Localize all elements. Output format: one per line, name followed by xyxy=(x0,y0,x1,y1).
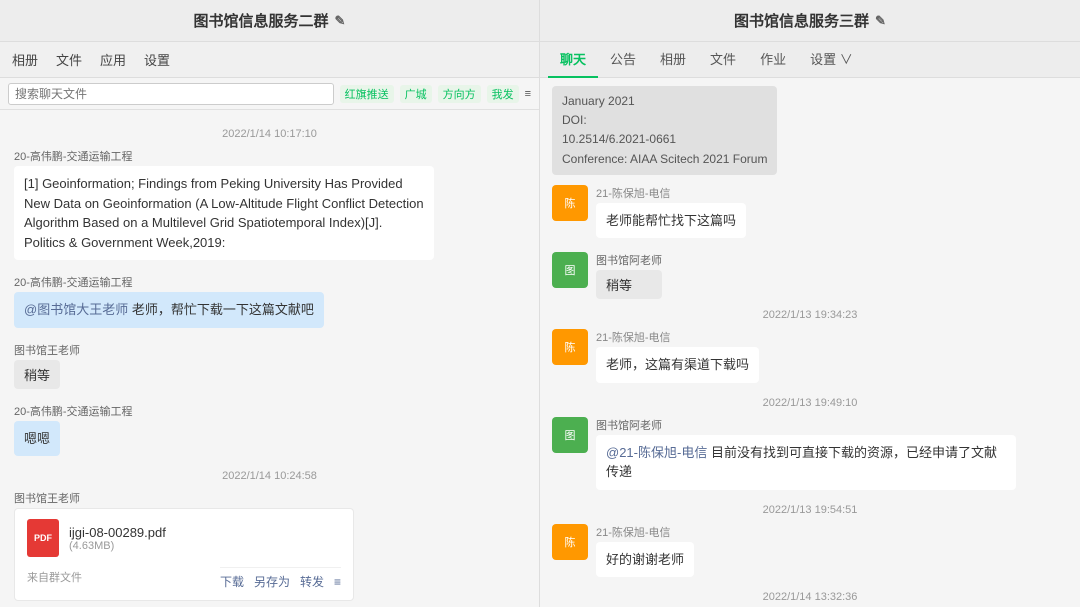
right-lib-reply-2-col: 图书馆阿老师 @21-陈保旭-电信 目前没有找到可直接下载的资源，已经申请了文献… xyxy=(596,417,1016,494)
left-msg-3-sender: 图书馆王老师 xyxy=(14,342,525,358)
left-file-source-row: 来自群文件 下载 另存为 转发 ≡ xyxy=(27,563,341,590)
left-group-title: 图书馆信息服务二群 xyxy=(194,10,329,31)
right-tabs: 聊天 公告 相册 文件 作业 设置 ∨ xyxy=(540,42,1080,78)
left-file-more[interactable]: ≡ xyxy=(334,575,341,589)
right-student-2-name: 21-陈保旭-电信 xyxy=(596,329,759,345)
right-student-msg-2-row: 陈 21-陈保旭-电信 老师，这篇有渠道下载吗 xyxy=(552,329,1068,387)
right-student-1-avatar: 陈 xyxy=(552,185,588,221)
tab-file[interactable]: 文件 xyxy=(698,42,748,78)
left-file-actions: 下载 另存为 转发 ≡ xyxy=(220,567,341,590)
filter-tag-1[interactable]: 红旗推送 xyxy=(340,85,394,103)
right-student-3-avatar: 陈 xyxy=(552,524,588,560)
right-panel: 图书馆信息服务三群 ✎ 聊天 公告 相册 文件 作业 设置 ∨ January … xyxy=(540,0,1080,607)
left-file-size: (4.63MB) xyxy=(69,540,166,552)
left-msg-2-mention: @图书馆大王老师 xyxy=(24,302,128,317)
right-student-msg-2: 陈 21-陈保旭-电信 老师，这篇有渠道下载吗 xyxy=(552,329,1068,387)
right-lib-2-avatar: 图 xyxy=(552,417,588,453)
left-file-forward[interactable]: 转发 xyxy=(300,573,324,590)
tab-chat[interactable]: 聊天 xyxy=(548,42,598,78)
left-file-download[interactable]: 下载 xyxy=(220,573,244,590)
left-timestamp-1: 2022/1/14 10:17:10 xyxy=(14,128,525,140)
toolbar-app[interactable]: 应用 xyxy=(100,50,126,69)
left-edit-icon[interactable]: ✎ xyxy=(335,13,346,29)
left-file-card: PDF ijgi-08-00289.pdf (4.63MB) 来自群文件 下载 … xyxy=(14,508,354,601)
left-msg-1: 20-高伟鹏-交通运输工程 [1] Geoinformation; Findin… xyxy=(14,148,525,264)
right-lib-1-avatar: 图 xyxy=(552,252,588,288)
right-lib-2-name: 图书馆阿老师 xyxy=(596,417,1016,433)
right-lib-reply-1: 图 图书馆阿老师 稍等 xyxy=(552,252,1068,299)
left-panel-header: 图书馆信息服务二群 ✎ xyxy=(0,0,539,42)
right-lib-reply-2-row: 图 图书馆阿老师 @21-陈保旭-电信 目前没有找到可直接下载的资源，已经申请了… xyxy=(552,417,1068,494)
right-lib-reply-1-row: 图 图书馆阿老师 稍等 xyxy=(552,252,1068,299)
right-lib-2-mention: @21-陈保旭-电信 xyxy=(606,445,707,460)
left-pdf-icon: PDF xyxy=(27,519,59,557)
left-file-info: ijgi-08-00289.pdf (4.63MB) xyxy=(69,525,166,552)
right-lib-1-name: 图书馆阿老师 xyxy=(596,252,662,268)
right-lib-reply-1-bubble: 稍等 xyxy=(596,270,662,299)
right-info-text: January 2021DOI:10.2514/6.2021-0661Confe… xyxy=(562,94,767,166)
left-chat-area: 2022/1/14 10:17:10 20-高伟鹏-交通运输工程 [1] Geo… xyxy=(0,110,539,607)
right-lib-reply-2: 图 图书馆阿老师 @21-陈保旭-电信 目前没有找到可直接下载的资源，已经申请了… xyxy=(552,417,1068,494)
right-student-msg-1-col: 21-陈保旭-电信 老师能帮忙找下这篇吗 xyxy=(596,185,746,243)
left-msg-5: 图书馆王老师 PDF ijgi-08-00289.pdf (4.63MB) 来自… xyxy=(14,490,525,601)
toolbar-settings[interactable]: 设置 xyxy=(144,50,170,69)
right-student-3-name: 21-陈保旭-电信 xyxy=(596,524,694,540)
right-student-2-avatar: 陈 xyxy=(552,329,588,365)
right-timestamp-4: 2022/1/14 13:32:36 xyxy=(552,591,1068,603)
tab-album[interactable]: 相册 xyxy=(648,42,698,78)
tab-settings[interactable]: 设置 ∨ xyxy=(798,42,865,78)
left-toolbar: 相册 文件 应用 设置 xyxy=(0,42,539,78)
right-panel-header: 图书馆信息服务三群 ✎ xyxy=(540,0,1080,42)
right-chat-area: January 2021DOI:10.2514/6.2021-0661Confe… xyxy=(540,78,1080,607)
right-lib-reply-1-col: 图书馆阿老师 稍等 xyxy=(596,252,662,299)
toolbar-album[interactable]: 相册 xyxy=(12,50,38,69)
left-msg-2-sender: 20-高伟鹏-交通运输工程 xyxy=(14,274,525,290)
left-search-bar: 红旗推送 广城 方向方 我发 ≡ xyxy=(0,78,539,110)
left-msg-4-bubble: 嗯嗯 xyxy=(14,421,60,457)
right-student-1-name: 21-陈保旭-电信 xyxy=(596,185,746,201)
right-timestamp-1: 2022/1/13 19:34:23 xyxy=(552,309,1068,321)
left-file-source: 来自群文件 xyxy=(27,569,82,585)
left-file-name: ijgi-08-00289.pdf xyxy=(69,525,166,540)
right-info-msg: January 2021DOI:10.2514/6.2021-0661Confe… xyxy=(552,86,1068,175)
filter-more[interactable]: ≡ xyxy=(525,88,531,100)
right-student-msg-2-col: 21-陈保旭-电信 老师，这篇有渠道下载吗 xyxy=(596,329,759,387)
left-msg-2: 20-高伟鹏-交通运输工程 @图书馆大王老师 老师，帮忙下载一下这篇文献吧 xyxy=(14,274,525,332)
right-student-msg-2-bubble: 老师，这篇有渠道下载吗 xyxy=(596,347,759,383)
left-msg-4: 20-高伟鹏-交通运输工程 嗯嗯 xyxy=(14,403,525,461)
right-student-msg-3-row: 陈 21-陈保旭-电信 好的谢谢老师 xyxy=(552,524,1068,582)
left-msg-2-text: 老师，帮忙下载一下这篇文献吧 xyxy=(132,302,314,317)
right-student-msg-3: 陈 21-陈保旭-电信 好的谢谢老师 xyxy=(552,524,1068,582)
filter-tag-2[interactable]: 广城 xyxy=(400,85,432,103)
right-student-msg-3-bubble: 好的谢谢老师 xyxy=(596,542,694,578)
right-student-msg-1-bubble: 老师能帮忙找下这篇吗 xyxy=(596,203,746,239)
filter-tag-3[interactable]: 方向方 xyxy=(438,85,481,103)
right-student-msg-1: 陈 21-陈保旭-电信 老师能帮忙找下这篇吗 xyxy=(552,185,1068,243)
left-file-header: PDF ijgi-08-00289.pdf (4.63MB) xyxy=(27,519,341,557)
left-search-input[interactable] xyxy=(8,83,334,105)
right-group-title: 图书馆信息服务三群 xyxy=(734,10,869,31)
tab-homework[interactable]: 作业 xyxy=(748,42,798,78)
left-msg-1-bubble: [1] Geoinformation; Findings from Peking… xyxy=(14,166,434,260)
right-lib-reply-2-bubble: @21-陈保旭-电信 目前没有找到可直接下载的资源，已经申请了文献传递 xyxy=(596,435,1016,490)
left-msg-3-bubble: 稍等 xyxy=(14,360,60,389)
left-timestamp-2: 2022/1/14 10:24:58 xyxy=(14,470,525,482)
left-msg-1-sender: 20-高伟鹏-交通运输工程 xyxy=(14,148,525,164)
left-panel: 图书馆信息服务二群 ✎ 相册 文件 应用 设置 红旗推送 广城 方向方 我发 ≡… xyxy=(0,0,540,607)
right-timestamp-2: 2022/1/13 19:49:10 xyxy=(552,397,1068,409)
right-student-msg-3-col: 21-陈保旭-电信 好的谢谢老师 xyxy=(596,524,694,582)
toolbar-file[interactable]: 文件 xyxy=(56,50,82,69)
left-file-saveas[interactable]: 另存为 xyxy=(254,573,290,590)
right-timestamp-3: 2022/1/13 19:54:51 xyxy=(552,504,1068,516)
tab-notice[interactable]: 公告 xyxy=(598,42,648,78)
left-msg-3: 图书馆王老师 稍等 xyxy=(14,342,525,393)
left-msg-5-sender: 图书馆王老师 xyxy=(14,490,525,506)
right-info-bubble: January 2021DOI:10.2514/6.2021-0661Confe… xyxy=(552,86,777,175)
left-msg-2-bubble: @图书馆大王老师 老师，帮忙下载一下这篇文献吧 xyxy=(14,292,324,328)
left-msg-4-sender: 20-高伟鹏-交通运输工程 xyxy=(14,403,525,419)
right-student-msg-1-row: 陈 21-陈保旭-电信 老师能帮忙找下这篇吗 xyxy=(552,185,1068,243)
right-edit-icon[interactable]: ✎ xyxy=(875,13,886,29)
filter-tag-4[interactable]: 我发 xyxy=(487,85,519,103)
